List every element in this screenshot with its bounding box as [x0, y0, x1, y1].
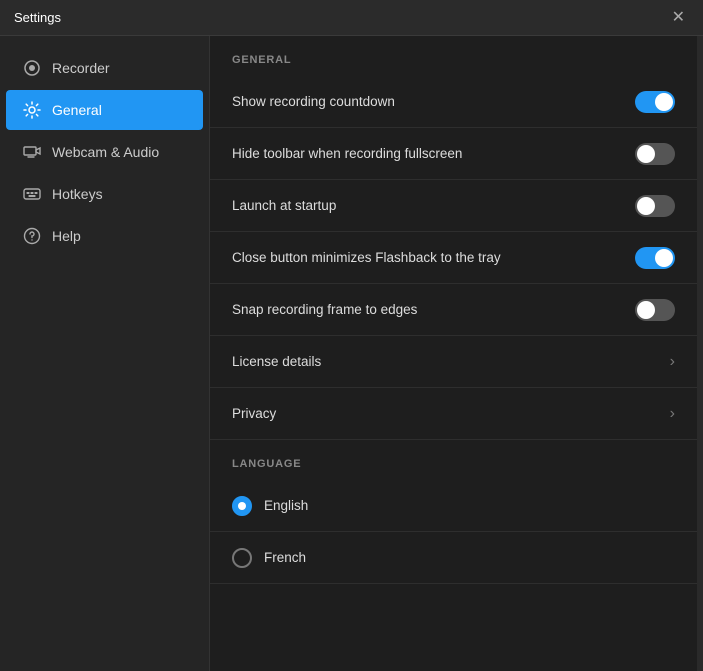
sidebar-item-help[interactable]: Help: [6, 216, 203, 256]
toggle-launch-at-startup[interactable]: [635, 195, 675, 217]
radio-english[interactable]: [232, 496, 252, 516]
general-section-header: GENERAL: [210, 36, 697, 76]
setting-hide-toolbar: Hide toolbar when recording fullscreen: [210, 128, 697, 180]
toggle-show-recording-countdown[interactable]: [635, 91, 675, 113]
sidebar-item-label-recorder: Recorder: [52, 60, 110, 76]
language-french-label: French: [264, 550, 306, 565]
language-english-row[interactable]: English: [210, 480, 697, 532]
webcam-icon: [22, 142, 42, 162]
sidebar-item-general[interactable]: General: [6, 90, 203, 130]
help-icon: [22, 226, 42, 246]
general-icon: [22, 100, 42, 120]
setting-snap-recording-frame: Snap recording frame to edges: [210, 284, 697, 336]
radio-french[interactable]: [232, 548, 252, 568]
main-layout: Recorder General Webcam & Audio: [0, 36, 703, 671]
sidebar-item-label-webcam: Webcam & Audio: [52, 144, 159, 160]
sidebar-item-webcam-audio[interactable]: Webcam & Audio: [6, 132, 203, 172]
toggle-knob: [637, 301, 655, 319]
chevron-right-icon: ›: [670, 405, 675, 423]
setting-label-hide-toolbar: Hide toolbar when recording fullscreen: [232, 146, 462, 161]
sidebar-item-label-hotkeys: Hotkeys: [52, 186, 103, 202]
privacy-label: Privacy: [232, 406, 276, 421]
toggle-knob: [655, 249, 673, 267]
hotkeys-icon: [22, 184, 42, 204]
scrollbar-track[interactable]: [697, 36, 703, 671]
recorder-icon: [22, 58, 42, 78]
language-french-row[interactable]: French: [210, 532, 697, 584]
setting-label-launch-at-startup: Launch at startup: [232, 198, 336, 213]
content-area: GENERAL Show recording countdown Hide to…: [210, 36, 697, 671]
toggle-hide-toolbar[interactable]: [635, 143, 675, 165]
window-title: Settings: [14, 10, 61, 25]
sidebar-item-label-general: General: [52, 102, 102, 118]
title-bar: Settings ✕: [0, 0, 703, 36]
privacy-row[interactable]: Privacy ›: [210, 388, 697, 440]
setting-close-button-minimizes: Close button minimizes Flashback to the …: [210, 232, 697, 284]
toggle-knob: [637, 197, 655, 215]
setting-launch-at-startup: Launch at startup: [210, 180, 697, 232]
toggle-snap-recording-frame[interactable]: [635, 299, 675, 321]
setting-show-recording-countdown: Show recording countdown: [210, 76, 697, 128]
toggle-knob: [655, 93, 673, 111]
chevron-right-icon: ›: [670, 353, 675, 371]
language-section-header: LANGUAGE: [210, 440, 697, 480]
setting-label-close-button-minimizes: Close button minimizes Flashback to the …: [232, 250, 501, 265]
setting-label-show-recording-countdown: Show recording countdown: [232, 94, 395, 109]
setting-label-snap-recording-frame: Snap recording frame to edges: [232, 302, 417, 317]
sidebar-item-hotkeys[interactable]: Hotkeys: [6, 174, 203, 214]
sidebar: Recorder General Webcam & Audio: [0, 36, 210, 671]
sidebar-item-recorder[interactable]: Recorder: [6, 48, 203, 88]
toggle-knob: [637, 145, 655, 163]
close-button[interactable]: ✕: [668, 8, 689, 28]
toggle-close-button-minimizes[interactable]: [635, 247, 675, 269]
license-details-row[interactable]: License details ›: [210, 336, 697, 388]
license-details-label: License details: [232, 354, 321, 369]
sidebar-item-label-help: Help: [52, 228, 81, 244]
language-english-label: English: [264, 498, 308, 513]
